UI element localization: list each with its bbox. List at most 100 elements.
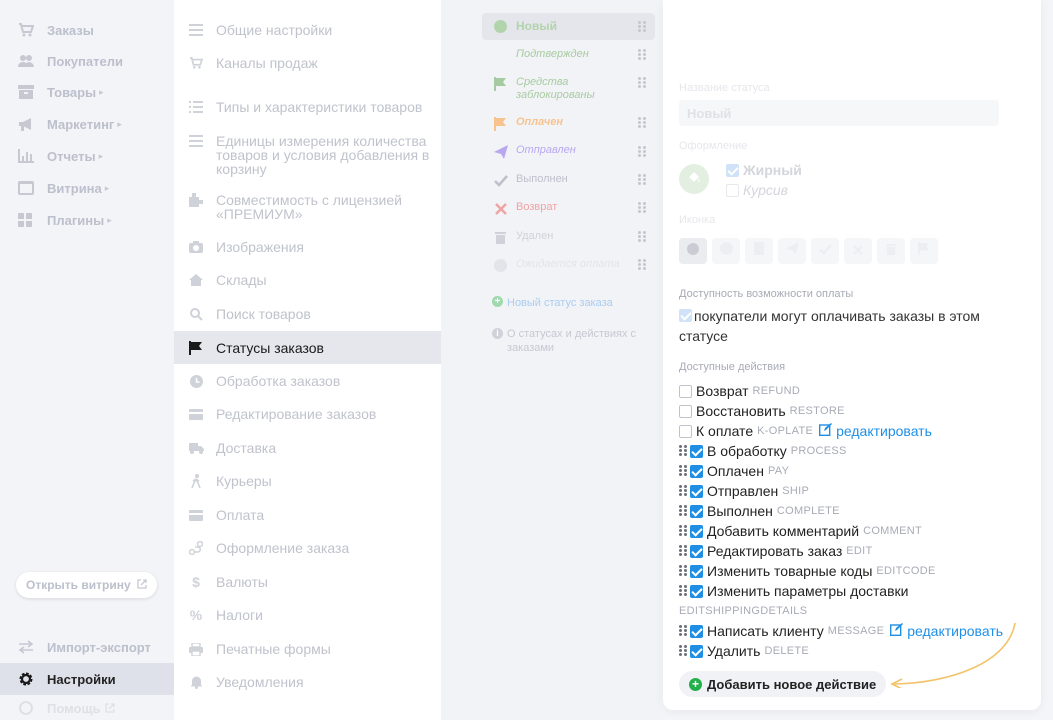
new-status-link[interactable]: + Новый статус заказа [492,296,613,310]
status-item-new[interactable]: Новый [482,13,655,40]
settings-item-order-statuses[interactable]: Статусы заказов [174,331,441,364]
action-checkbox[interactable] [690,624,703,638]
drag-handle[interactable] [638,49,646,61]
status-name-input[interactable]: Новый [679,100,999,126]
action-row[interactable]: Добавить комментарий COMMENT [679,523,922,539]
icon-option-cross[interactable] [844,238,872,264]
action-checkbox[interactable] [679,404,692,418]
nav-item-plugins[interactable]: Плагины ▸ [0,205,174,235]
settings-item-notifications[interactable]: Уведомления [174,675,441,689]
bold-option[interactable]: Жирный [726,162,802,178]
icon-option-check-circle[interactable] [712,238,740,264]
action-checkbox[interactable] [679,424,692,438]
action-row[interactable]: Восстановить RESTORE [679,403,845,419]
action-label: Возврат [696,383,749,399]
italic-option[interactable]: Курсив [726,182,788,198]
action-row[interactable]: Оплачен PAY [679,463,789,479]
drag-handle[interactable] [679,645,687,657]
settings-item-checkout[interactable]: Оформление заказа [174,541,441,555]
settings-item-search[interactable]: Поиск товаров [174,307,441,321]
drag-handle[interactable] [638,259,646,271]
action-row[interactable]: Отправлен SHIP [679,483,809,499]
action-checkbox[interactable] [690,464,703,478]
settings-item-premium[interactable]: Совместимость с лицензией «ПРЕМИУМ» [174,193,424,221]
nav-item-customers[interactable]: Покупатели [0,46,174,76]
icon-option-document[interactable] [745,238,773,264]
settings-item-payment[interactable]: Оплата [174,508,441,522]
drag-handle[interactable] [679,625,687,637]
drag-handle[interactable] [679,505,687,517]
edit-action-link[interactable]: редактировать [819,423,932,439]
action-checkbox[interactable] [690,444,703,458]
settings-item-product-types[interactable]: Типы и характеристики товаров [174,100,441,114]
settings-item-currencies[interactable]: $ Валюты [174,575,441,589]
nav-item-marketing[interactable]: Маркетинг ▸ [0,109,174,139]
settings-item-order-processing[interactable]: Обработка заказов [174,374,441,388]
icon-option-trash[interactable] [877,238,905,264]
nav-item-products[interactable]: Товары ▸ [0,77,174,107]
bold-checkbox[interactable] [726,163,739,177]
action-checkbox[interactable] [690,484,703,498]
icon-option-circle[interactable] [679,238,707,264]
drag-handle[interactable] [679,585,687,597]
about-statuses-label: О статусах и действиях с заказами [507,328,637,354]
settings-item-warehouses[interactable]: Склады [174,273,441,287]
settings-item-general[interactable]: Общие настройки [174,23,441,37]
settings-item-shipping[interactable]: Доставка [174,441,441,455]
icon-option-flag[interactable] [910,238,938,264]
action-checkbox[interactable] [690,504,703,518]
action-row[interactable]: К оплате K-OPLATE редактировать [679,423,932,439]
action-row[interactable]: Изменить параметры доставки [679,583,908,599]
add-action-button[interactable]: + Добавить новое действие [679,671,887,697]
icon-option-plane[interactable] [778,238,806,264]
nav-item-import-export[interactable]: Импорт-экспорт [0,632,174,662]
cart-icon [17,21,35,39]
action-checkbox[interactable] [690,644,703,658]
settings-item-couriers[interactable]: Курьеры [174,474,441,488]
action-row[interactable]: Изменить товарные коды EDITCODE [679,563,936,579]
settings-item-sales-channels[interactable]: Каналы продаж [174,56,441,70]
color-picker-button[interactable] [679,164,709,194]
drag-handle[interactable] [638,174,646,186]
nav-item-settings[interactable]: Настройки [0,663,174,695]
settings-item-order-editing[interactable]: Редактирование заказов [174,407,441,421]
drag-handle[interactable] [679,445,687,457]
action-checkbox[interactable] [679,384,692,398]
action-row[interactable]: Удалить DELETE [679,643,809,659]
italic-checkbox[interactable] [726,183,739,197]
drag-handle[interactable] [679,545,687,557]
open-storefront-button[interactable]: Открыть витрину [16,572,157,598]
drag-handle[interactable] [638,146,646,158]
drag-handle[interactable] [679,465,687,477]
chevron-right-icon: ▸ [98,150,104,161]
action-row[interactable]: Редактировать заказ EDIT [679,543,873,559]
nav-item-reports[interactable]: Отчеты ▸ [0,141,174,171]
settings-item-taxes[interactable]: % Налоги [174,608,441,622]
drag-handle[interactable] [679,485,687,497]
action-row[interactable]: Возврат REFUND [679,383,800,399]
action-row[interactable]: Выполнен COMPLETE [679,503,840,519]
drag-handle[interactable] [638,77,646,89]
settings-item-print-forms[interactable]: Печатные формы [174,642,441,656]
drag-handle[interactable] [638,202,646,214]
cart-icon [188,56,204,70]
nav-item-storefront[interactable]: Витрина ▸ [0,173,174,203]
icon-option-check[interactable] [811,238,839,264]
settings-item-units[interactable]: Единицы измерения количества товаров и у… [174,134,434,176]
drag-handle[interactable] [679,565,687,577]
drag-handle[interactable] [638,231,646,243]
action-checkbox[interactable] [690,584,703,598]
about-statuses-link[interactable]: i О статусах и действиях с заказами [492,327,652,355]
nav-item-orders[interactable]: Заказы [0,15,174,45]
payment-availability-option[interactable]: покупатели могут оплачивать заказы в это… [679,306,999,346]
action-row[interactable]: В обработку PROCESS [679,443,847,459]
action-checkbox[interactable] [690,564,703,578]
drag-handle[interactable] [638,117,646,129]
payment-checkbox[interactable] [679,309,692,322]
nav-item-help[interactable]: Помощь [0,696,174,720]
drag-handle[interactable] [638,21,646,33]
settings-item-images[interactable]: Изображения [174,240,441,254]
action-checkbox[interactable] [690,524,703,538]
action-checkbox[interactable] [690,544,703,558]
drag-handle[interactable] [679,525,687,537]
